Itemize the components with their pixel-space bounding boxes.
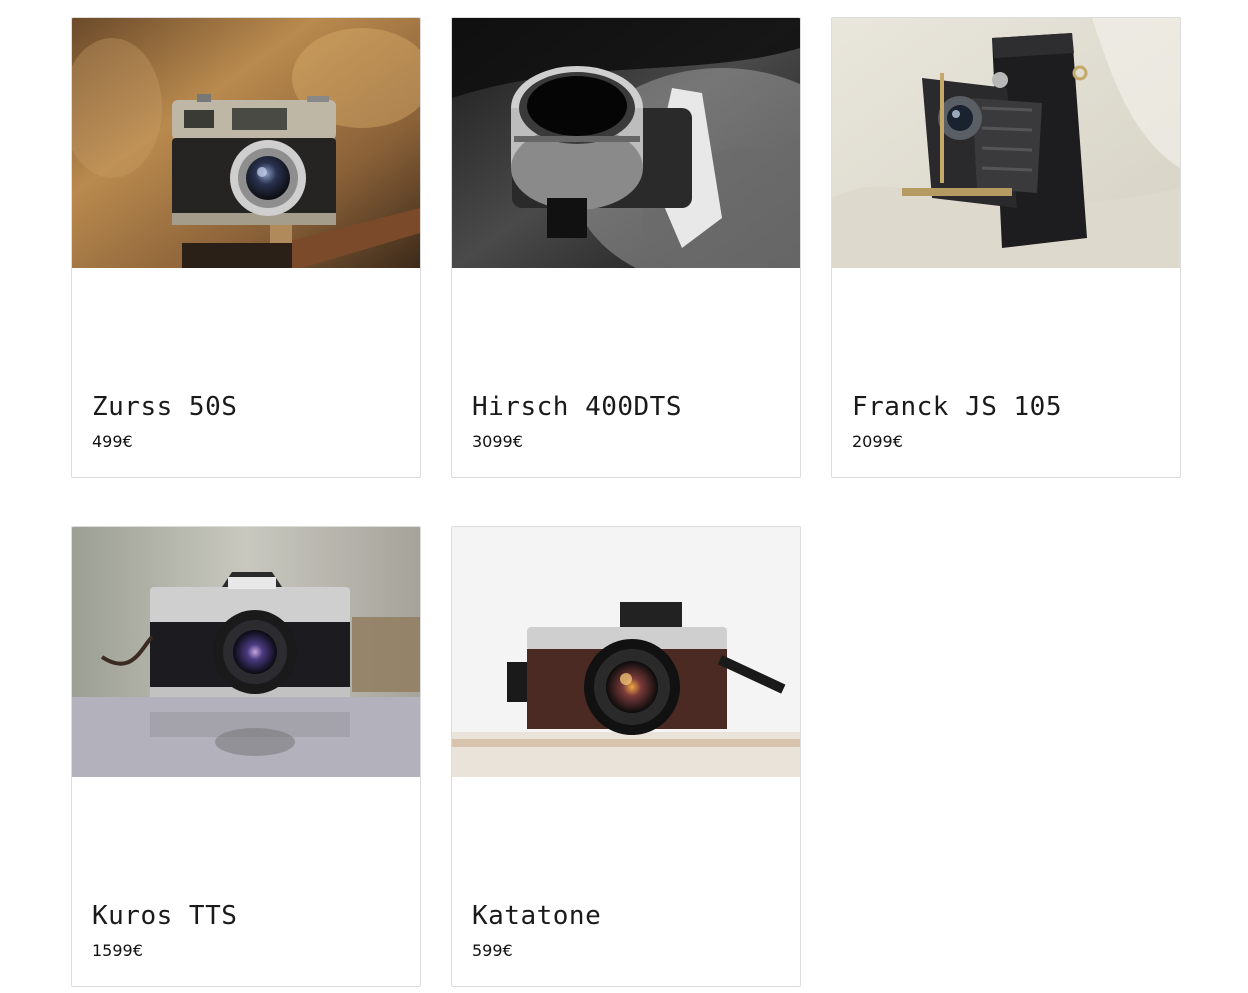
product-price: 2099€ <box>852 432 903 451</box>
product-price: 499€ <box>92 432 133 451</box>
product-name[interactable]: Katatone <box>472 899 780 933</box>
product-info: Hirsch 400DTS 3099€ <box>472 390 780 452</box>
product-card-franck-js-105[interactable]: Franck JS 105 2099€ <box>831 17 1181 478</box>
product-price: 3099€ <box>472 432 523 451</box>
product-image[interactable] <box>72 18 420 268</box>
product-info: Zurss 50S 499€ <box>92 390 400 452</box>
product-image[interactable] <box>832 18 1180 268</box>
product-grid: Zurss 50S 499€ Hirsch 400DTS 3099€ Franc… <box>71 17 1181 987</box>
product-info: Franck JS 105 2099€ <box>852 390 1160 452</box>
product-card-katatone[interactable]: Katatone 599€ <box>451 526 801 987</box>
product-card-zurss-50s[interactable]: Zurss 50S 499€ <box>71 17 421 478</box>
product-info: Katatone 599€ <box>472 899 780 961</box>
product-name[interactable]: Franck JS 105 <box>852 390 1160 424</box>
product-name[interactable]: Zurss 50S <box>92 390 400 424</box>
product-image[interactable] <box>72 527 420 777</box>
product-info: Kuros TTS 1599€ <box>92 899 400 961</box>
product-name[interactable]: Hirsch 400DTS <box>472 390 780 424</box>
product-image[interactable] <box>452 527 800 777</box>
product-card-kuros-tts[interactable]: Kuros TTS 1599€ <box>71 526 421 987</box>
product-name[interactable]: Kuros TTS <box>92 899 400 933</box>
product-image[interactable] <box>452 18 800 268</box>
product-price: 1599€ <box>92 941 143 960</box>
product-card-hirsch-400dts[interactable]: Hirsch 400DTS 3099€ <box>451 17 801 478</box>
product-price: 599€ <box>472 941 513 960</box>
